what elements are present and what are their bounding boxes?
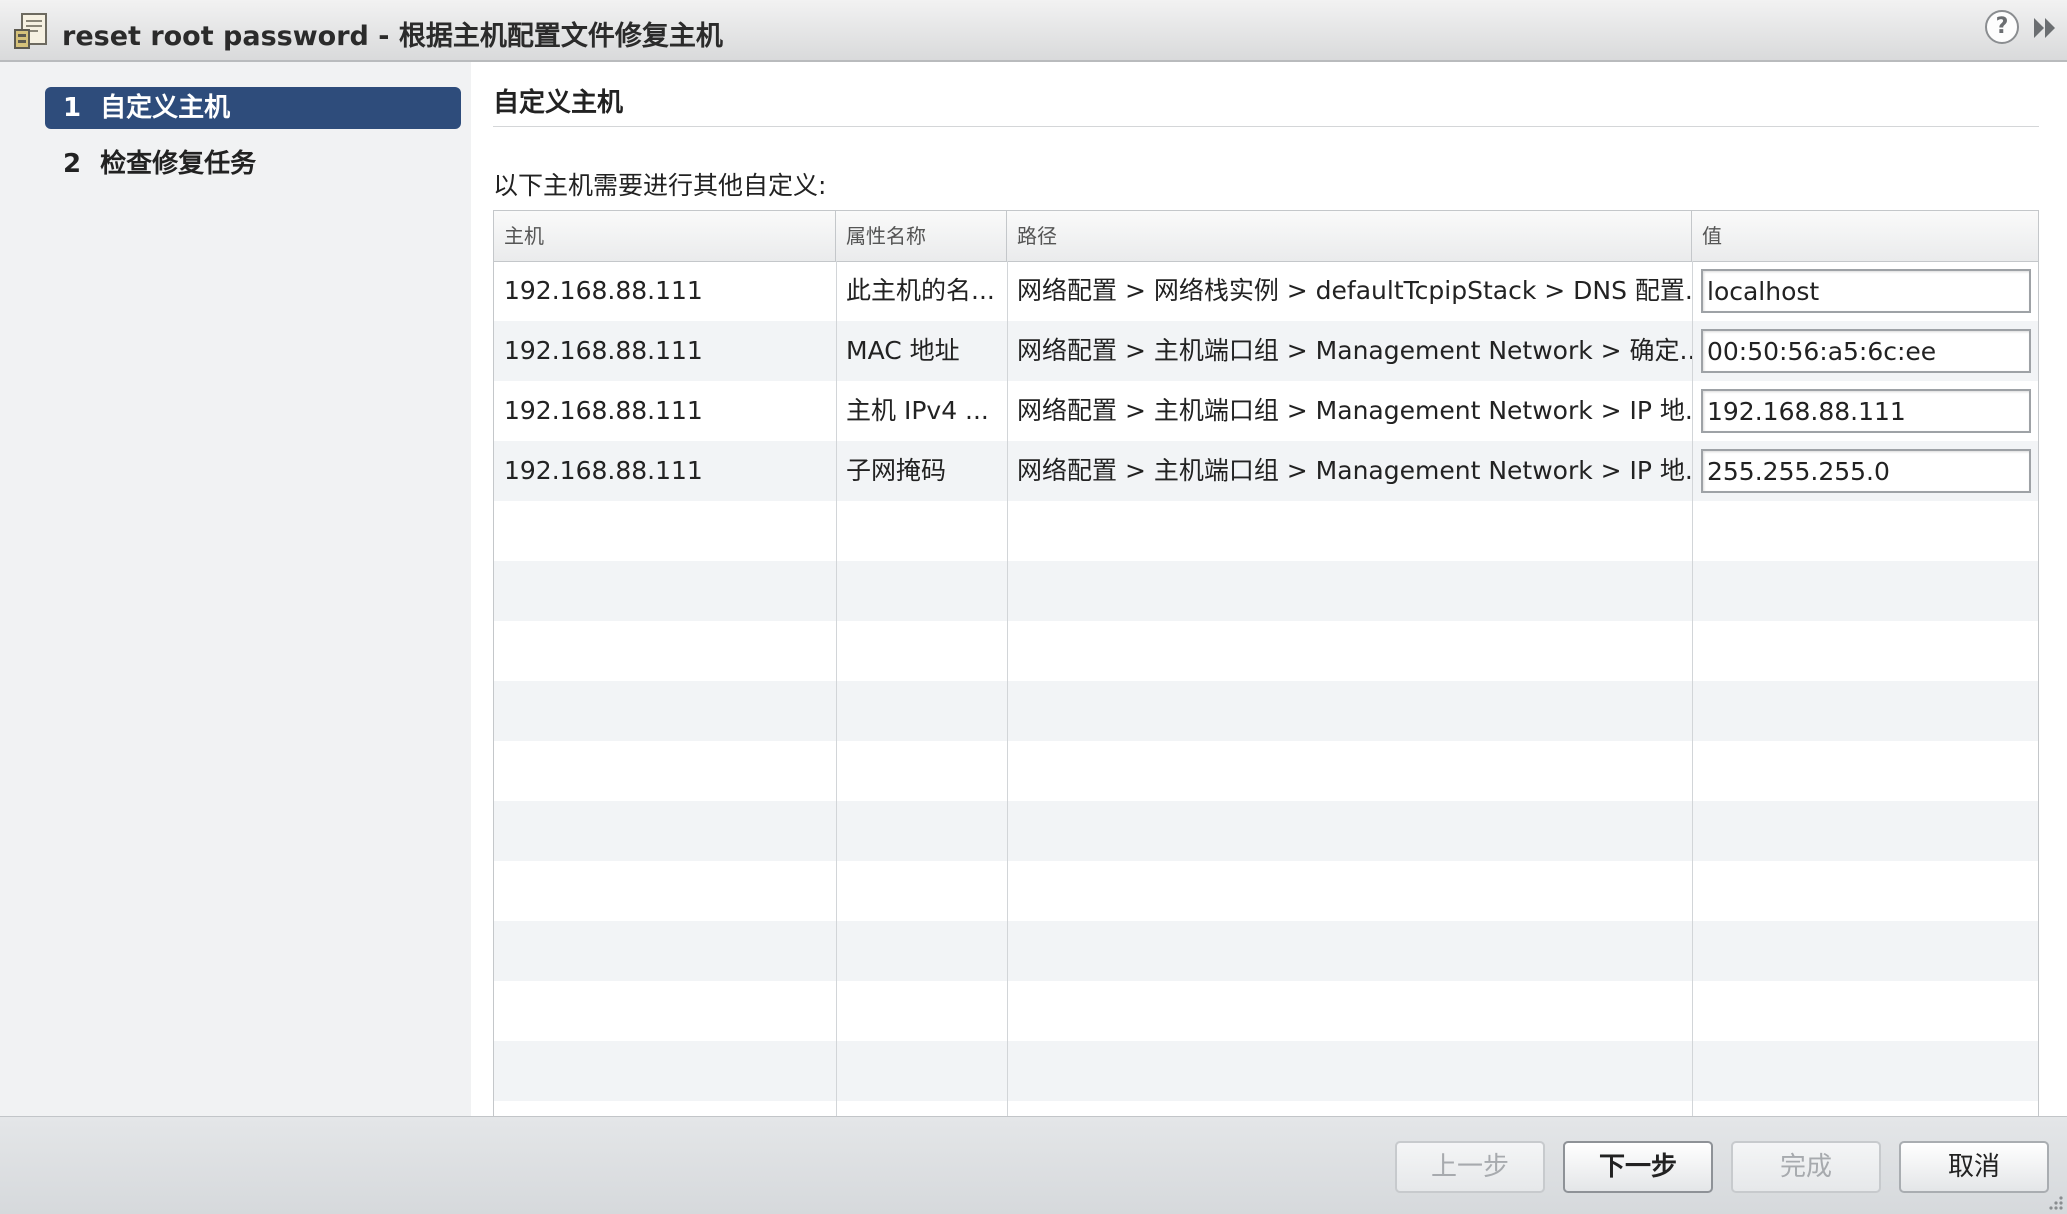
dialog-title: reset root password - 根据主机配置文件修复主机: [62, 21, 723, 52]
main-content: 自定义主机 以下主机需要进行其他自定义: 主机 属性名称 路径 值 192.16…: [471, 62, 2067, 1158]
next-button[interactable]: 下一步: [1563, 1141, 1713, 1193]
value-input[interactable]: [1701, 329, 2031, 373]
empty-row: [494, 861, 2038, 921]
wizard-steps-sidebar: 1 自定义主机 2 检查修复任务: [0, 62, 472, 1116]
value-input[interactable]: [1701, 449, 2031, 493]
table-row[interactable]: 192.168.88.111 子网掩码 网络配置 > 主机端口组 > Manag…: [494, 441, 2038, 501]
table-row[interactable]: 192.168.88.111 MAC 地址 网络配置 > 主机端口组 > Man…: [494, 321, 2038, 381]
cell-host: 192.168.88.111: [504, 456, 703, 485]
column-header-host[interactable]: 主机: [494, 211, 836, 261]
step-review-remediation[interactable]: 2 检查修复任务: [45, 143, 461, 185]
expand-icon[interactable]: [2032, 15, 2058, 41]
step-number: 2: [63, 149, 82, 179]
cancel-button[interactable]: 取消: [1899, 1141, 2049, 1193]
cell-host: 192.168.88.111: [504, 396, 703, 425]
cell-host: 192.168.88.111: [504, 276, 703, 305]
step-number: 1: [63, 93, 82, 123]
cell-property: 子网掩码: [846, 456, 947, 485]
dialog-footer: 上一步 下一步 完成 取消: [0, 1116, 2067, 1214]
column-header-property[interactable]: 属性名称: [836, 211, 1007, 261]
cell-property: MAC 地址: [846, 336, 960, 365]
step-label: 检查修复任务: [100, 149, 257, 179]
column-divider: [1692, 261, 1693, 1157]
back-button[interactable]: 上一步: [1395, 1141, 1545, 1193]
empty-row: [494, 681, 2038, 741]
page-title: 自定义主机: [493, 88, 624, 118]
dialog-title-bar: reset root password - 根据主机配置文件修复主机 ?: [0, 0, 2067, 62]
cell-path: 网络配置 > 网络栈实例 > defaultTcpipStack > DNS 配…: [1017, 276, 1692, 305]
column-header-path[interactable]: 路径: [1007, 211, 1692, 261]
table-row[interactable]: 192.168.88.111 此主机的名... 网络配置 > 网络栈实例 > d…: [494, 261, 2038, 321]
cell-host: 192.168.88.111: [504, 336, 703, 365]
empty-row: [494, 741, 2038, 801]
resize-grip-icon[interactable]: [2045, 1192, 2065, 1212]
empty-row: [494, 561, 2038, 621]
column-divider: [1007, 261, 1008, 1157]
table-row[interactable]: 192.168.88.111 主机 IPv4 ... 网络配置 > 主机端口组 …: [494, 381, 2038, 441]
column-divider: [836, 261, 837, 1157]
cell-property: 主机 IPv4 ...: [846, 396, 989, 425]
step-customize-hosts[interactable]: 1 自定义主机: [45, 87, 461, 129]
profile-document-icon: [14, 13, 47, 49]
empty-row: [494, 921, 2038, 981]
help-icon[interactable]: ?: [1985, 10, 2019, 44]
cell-path: 网络配置 > 主机端口组 > Management Network > 确定..…: [1017, 336, 1692, 365]
step-label: 自定义主机: [100, 93, 231, 123]
customization-table: 主机 属性名称 路径 值 192.168.88.111 此主机的名... 网络配…: [493, 210, 2039, 1158]
column-header-value[interactable]: 值: [1692, 211, 2038, 261]
empty-row: [494, 501, 2038, 561]
instruction-text: 以下主机需要进行其他自定义:: [493, 171, 827, 200]
value-input[interactable]: [1701, 269, 2031, 313]
title-divider: [493, 126, 2039, 127]
cell-path: 网络配置 > 主机端口组 > Management Network > IP 地…: [1017, 396, 1692, 425]
empty-row: [494, 981, 2038, 1041]
empty-row: [494, 1041, 2038, 1101]
empty-row: [494, 621, 2038, 681]
table-header: 主机 属性名称 路径 值: [494, 211, 2038, 262]
finish-button[interactable]: 完成: [1731, 1141, 1881, 1193]
empty-row: [494, 801, 2038, 861]
cell-property: 此主机的名...: [846, 276, 995, 305]
value-input[interactable]: [1701, 389, 2031, 433]
cell-path: 网络配置 > 主机端口组 > Management Network > IP 地…: [1017, 456, 1692, 485]
